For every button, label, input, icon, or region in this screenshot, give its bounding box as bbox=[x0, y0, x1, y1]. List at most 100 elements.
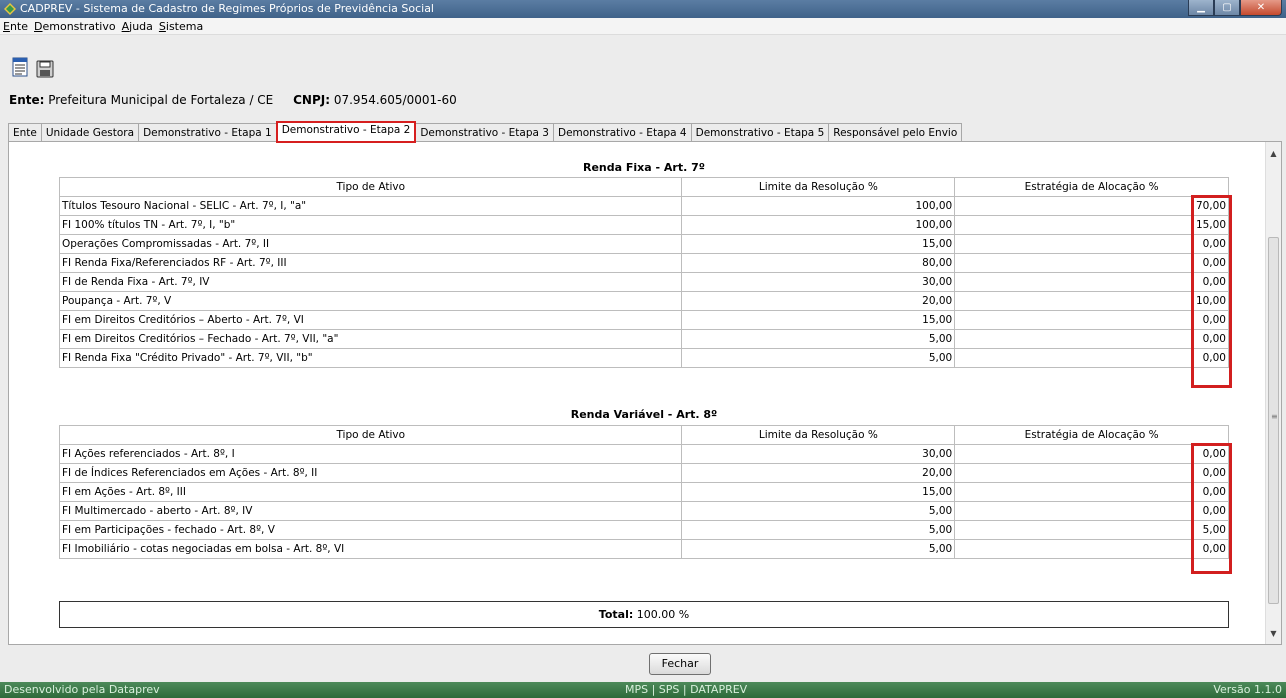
estrategia-cell[interactable]: 0,00 bbox=[954, 234, 1229, 254]
menu-ente[interactable]: Ente bbox=[3, 18, 32, 34]
estrategia-cell[interactable]: 0,00 bbox=[954, 272, 1229, 292]
tipo-cell: Títulos Tesouro Nacional - SELIC - Art. … bbox=[58, 196, 683, 216]
estrategia-cell[interactable]: 0,00 bbox=[954, 329, 1229, 349]
cnpj-value: 07.954.605/0001-60 bbox=[333, 93, 457, 107]
scroll-down-arrow-icon[interactable]: ▼ bbox=[1266, 626, 1281, 642]
status-org: MPS | SPS | DATAPREV bbox=[625, 683, 748, 696]
estrategia-cell[interactable]: 70,00 bbox=[954, 196, 1229, 216]
tipo-cell: FI Imobiliário - cotas negociadas em bol… bbox=[58, 539, 683, 559]
table-row: Títulos Tesouro Nacional - SELIC - Art. … bbox=[58, 196, 1229, 216]
column-header-estrategia: Estratégia de Alocação % bbox=[954, 177, 1229, 197]
estrategia-cell[interactable]: 0,00 bbox=[954, 463, 1229, 483]
total-label: Total: bbox=[598, 608, 634, 621]
tipo-cell: FI em Direitos Creditórios – Fechado - A… bbox=[58, 329, 683, 349]
tipo-cell: Operações Compromissadas - Art. 7º, II bbox=[58, 234, 683, 254]
toolbar bbox=[0, 35, 1286, 85]
menu-sistema[interactable]: Sistema bbox=[159, 18, 207, 34]
table-header-row: Tipo de Ativo Limite da Resolução % Estr… bbox=[58, 425, 1229, 445]
scroll-up-arrow-icon[interactable]: ▲ bbox=[1266, 146, 1281, 162]
tipo-cell: FI Renda Fixa/Referenciados RF - Art. 7º… bbox=[58, 253, 683, 273]
total-value: 100.00 % bbox=[636, 608, 690, 621]
table-row: FI em Ações - Art. 8º, III 15,00 0,00 bbox=[58, 482, 1229, 502]
tab-etapa-2[interactable]: Demonstrativo - Etapa 2 bbox=[275, 121, 417, 143]
limite-cell: 15,00 bbox=[681, 310, 956, 330]
limite-cell: 5,00 bbox=[681, 329, 956, 349]
minimize-button[interactable]: ▁ bbox=[1188, 0, 1214, 16]
title-bar: CADPREV - Sistema de Cadastro de Regimes… bbox=[0, 0, 1286, 18]
estrategia-cell[interactable]: 15,00 bbox=[954, 215, 1229, 235]
maximize-button[interactable]: ▢ bbox=[1214, 0, 1240, 16]
vertical-scrollbar[interactable]: ▲ ≡ ▼ bbox=[1265, 142, 1281, 644]
tab-responsavel[interactable]: Responsável pelo Envio bbox=[828, 123, 963, 142]
renda-variavel-title: Renda Variável - Art. 8º bbox=[570, 408, 718, 421]
scroll-thumb[interactable]: ≡ bbox=[1268, 237, 1279, 604]
limite-cell: 5,00 bbox=[681, 520, 956, 540]
tipo-cell: FI em Ações - Art. 8º, III bbox=[58, 482, 683, 502]
estrategia-cell[interactable]: 0,00 bbox=[954, 539, 1229, 559]
tab-ente[interactable]: Ente bbox=[8, 123, 42, 142]
limite-cell: 15,00 bbox=[681, 234, 956, 254]
cnpj-label: CNPJ: bbox=[293, 93, 331, 107]
estrategia-cell[interactable]: 0,00 bbox=[954, 253, 1229, 273]
limite-cell: 15,00 bbox=[681, 482, 956, 502]
window-controls: ▁ ▢ ✕ bbox=[1188, 0, 1282, 17]
table-row: FI em Direitos Creditórios – Fechado - A… bbox=[58, 329, 1229, 349]
app-logo-icon bbox=[4, 3, 16, 15]
tab-etapa-3[interactable]: Demonstrativo - Etapa 3 bbox=[415, 123, 554, 142]
column-header-limite: Limite da Resolução % bbox=[681, 425, 956, 445]
table-row: FI em Direitos Creditórios – Aberto - Ar… bbox=[58, 310, 1229, 330]
document-icon[interactable] bbox=[11, 57, 29, 77]
tipo-cell: FI Ações referenciados - Art. 8º, I bbox=[58, 444, 683, 464]
column-header-limite: Limite da Resolução % bbox=[681, 177, 956, 197]
table-row: FI 100% títulos TN - Art. 7º, I, "b" 100,… bbox=[58, 215, 1229, 235]
column-header-tipo: Tipo de Ativo bbox=[58, 177, 683, 197]
estrategia-cell[interactable]: 0,00 bbox=[954, 348, 1229, 368]
window-title: CADPREV - Sistema de Cadastro de Regimes… bbox=[20, 2, 434, 15]
table-row: FI Multimercado - aberto - Art. 8º, IV 5,… bbox=[58, 501, 1229, 521]
tipo-cell: FI Renda Fixa "Crédito Privado" - Art. 7… bbox=[58, 348, 683, 368]
estrategia-cell[interactable]: 0,00 bbox=[954, 482, 1229, 502]
estrategia-cell[interactable]: 10,00 bbox=[954, 291, 1229, 311]
renda-fixa-title: Renda Fixa - Art. 7º bbox=[583, 161, 705, 174]
tab-etapa-4[interactable]: Demonstrativo - Etapa 4 bbox=[552, 123, 692, 142]
tab-etapa-5[interactable]: Demonstrativo - Etapa 5 bbox=[690, 123, 830, 142]
table-row: Operações Compromissadas - Art. 7º, II 15… bbox=[58, 234, 1229, 254]
tipo-cell: FI 100% títulos TN - Art. 7º, I, "b" bbox=[58, 215, 683, 235]
estrategia-cell[interactable]: 0,00 bbox=[954, 310, 1229, 330]
fechar-button[interactable]: Fechar bbox=[649, 653, 711, 675]
limite-cell: 5,00 bbox=[681, 501, 956, 521]
menu-ajuda[interactable]: Ajuda bbox=[122, 18, 157, 34]
tipo-cell: FI em Direitos Creditórios – Aberto - Ar… bbox=[58, 310, 683, 330]
close-window-button[interactable]: ✕ bbox=[1240, 0, 1282, 16]
limite-cell: 100,00 bbox=[681, 196, 956, 216]
tipo-cell: FI de Índices Referenciados em Ações - A… bbox=[58, 463, 683, 483]
ente-value: Prefeitura Municipal de Fortaleza / CE bbox=[48, 93, 274, 107]
ente-label: Ente: bbox=[9, 93, 45, 107]
status-bar: Desenvolvido pela Dataprev MPS | SPS | D… bbox=[0, 682, 1286, 698]
column-header-tipo: Tipo de Ativo bbox=[58, 425, 683, 445]
content-panel: Renda Fixa - Art. 7º Tipo de Ativo Limit… bbox=[8, 141, 1282, 645]
table-row: Poupança - Art. 7º, V 20,00 10,00 bbox=[58, 291, 1229, 311]
tipo-cell: Poupança - Art. 7º, V bbox=[58, 291, 683, 311]
tab-strip: Ente Unidade Gestora Demonstrativo - Eta… bbox=[8, 121, 963, 143]
estrategia-cell[interactable]: 0,00 bbox=[954, 444, 1229, 464]
table-row: FI em Participações - fechado - Art. 8º,… bbox=[58, 520, 1229, 540]
grip-icon: ≡ bbox=[1271, 412, 1278, 421]
tab-etapa-1[interactable]: Demonstrativo - Etapa 1 bbox=[138, 123, 277, 142]
table-row: FI Imobiliário - cotas negociadas em bol… bbox=[58, 539, 1229, 559]
save-icon[interactable] bbox=[36, 59, 54, 79]
estrategia-cell[interactable]: 0,00 bbox=[954, 501, 1229, 521]
tipo-cell: FI em Participações - fechado - Art. 8º,… bbox=[58, 520, 683, 540]
table-header-row: Tipo de Ativo Limite da Resolução % Estr… bbox=[58, 177, 1229, 197]
estrategia-cell[interactable]: 5,00 bbox=[954, 520, 1229, 540]
limite-cell: 100,00 bbox=[681, 215, 956, 235]
table-row: FI de Renda Fixa - Art. 7º, IV 30,00 0,00 bbox=[58, 272, 1229, 292]
limite-cell: 80,00 bbox=[681, 253, 956, 273]
tab-unidade-gestora[interactable]: Unidade Gestora bbox=[40, 123, 140, 142]
renda-variavel-table: Tipo de Ativo Limite da Resolução % Estr… bbox=[58, 425, 1229, 559]
menu-bar: Ente Demonstrativo Ajuda Sistema bbox=[0, 18, 1286, 35]
menu-demonstrativo[interactable]: Demonstrativo bbox=[34, 18, 120, 34]
limite-cell: 30,00 bbox=[681, 272, 956, 292]
total-box: Total: 100.00 % bbox=[59, 601, 1229, 628]
ente-info: Ente: Prefeitura Municipal de Fortaleza … bbox=[9, 93, 457, 107]
